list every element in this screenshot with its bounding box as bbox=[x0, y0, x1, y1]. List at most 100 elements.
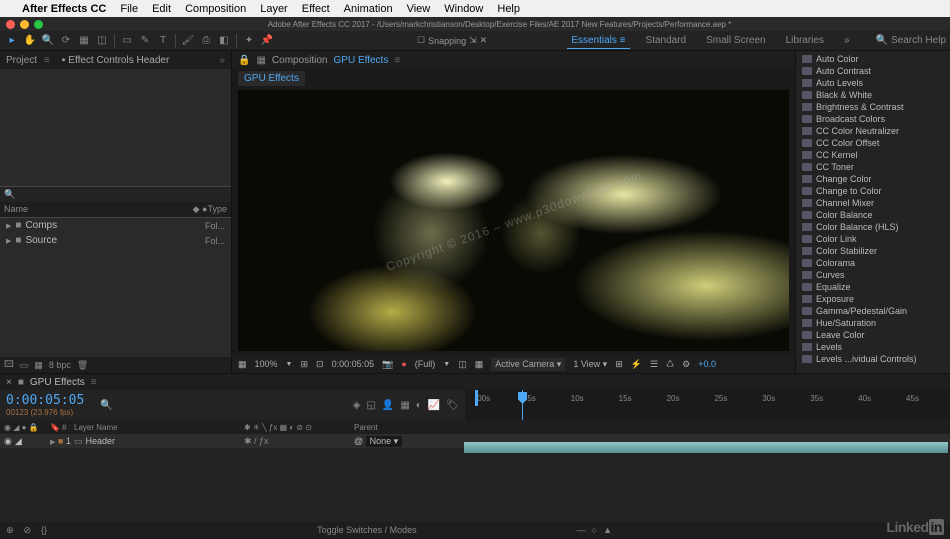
menu-view[interactable]: View bbox=[407, 3, 431, 15]
snap-option-icon[interactable]: ⇲ bbox=[469, 35, 477, 46]
app-name[interactable]: After Effects CC bbox=[22, 3, 106, 15]
bpc-button[interactable]: 8 bpc bbox=[49, 360, 71, 370]
project-folder-comps[interactable]: ▶ ■ Comps Fol... bbox=[0, 218, 231, 233]
selection-tool-icon[interactable]: ▸ bbox=[4, 33, 20, 49]
views-dropdown[interactable]: 1 View ▾ bbox=[573, 359, 607, 370]
workspace-more-icon[interactable]: » bbox=[840, 33, 854, 48]
effect-item[interactable]: Exposure bbox=[796, 293, 950, 305]
viewer-comp-name[interactable]: GPU Effects bbox=[334, 55, 389, 66]
hand-tool-icon[interactable]: ✋ bbox=[22, 33, 38, 49]
trash-icon[interactable]: 🗑 bbox=[77, 360, 88, 371]
effect-item[interactable]: Auto Contrast bbox=[796, 65, 950, 77]
effect-item[interactable]: Gamma/Pedestal/Gain bbox=[796, 305, 950, 317]
snapping-toggle[interactable]: ☐ Snapping ⇲ ✕ bbox=[417, 35, 487, 46]
rectangle-tool-icon[interactable]: ▭ bbox=[119, 33, 135, 49]
fast-previews-icon[interactable]: ⚡ bbox=[631, 359, 642, 370]
tag-icon[interactable]: 🏷 bbox=[446, 400, 459, 411]
pan-behind-tool-icon[interactable]: ◫ bbox=[94, 33, 110, 49]
effect-item[interactable]: Hue/Saturation bbox=[796, 317, 950, 329]
eraser-tool-icon[interactable]: ◧ bbox=[216, 33, 232, 49]
interpret-footage-icon[interactable]: 🖾 bbox=[4, 357, 14, 373]
snap-option2-icon[interactable]: ✕ bbox=[480, 35, 488, 46]
timecode-display[interactable]: 0:00:05:05 bbox=[332, 359, 375, 369]
effect-item[interactable]: Color Balance (HLS) bbox=[796, 221, 950, 233]
project-folder-source[interactable]: ▶ ■ Source Fol... bbox=[0, 233, 231, 248]
parent-dropdown[interactable]: None ▾ bbox=[366, 436, 403, 447]
effect-item[interactable]: Broadcast Colors bbox=[796, 113, 950, 125]
guides-icon[interactable]: ⊡ bbox=[316, 359, 324, 370]
motion-blur-icon[interactable]: ◐ bbox=[416, 400, 422, 411]
effect-item[interactable]: Auto Color bbox=[796, 53, 950, 65]
layer-row[interactable]: ◉ ◢ ▶ ■ 1 ▭ Header ✱ / ƒx @ None ▾ bbox=[0, 434, 950, 448]
current-timecode[interactable]: 0:00:05:05 bbox=[6, 393, 84, 408]
frame-blend-icon[interactable]: ▦ bbox=[400, 400, 409, 411]
effect-item[interactable]: CC Color Neutralizer bbox=[796, 125, 950, 137]
roto-brush-icon[interactable]: ✦ bbox=[241, 33, 257, 49]
close-window-icon[interactable] bbox=[6, 20, 15, 29]
workspace-libraries[interactable]: Libraries bbox=[782, 33, 828, 48]
alpha-icon[interactable]: ▦ bbox=[238, 359, 247, 370]
col-name[interactable]: Name bbox=[4, 204, 193, 215]
panel-expand-icon[interactable]: » bbox=[219, 55, 225, 66]
disclosure-icon[interactable]: ▶ bbox=[6, 237, 11, 245]
disclosure-icon[interactable]: ▶ bbox=[6, 222, 11, 230]
lock-icon[interactable]: × bbox=[6, 377, 12, 388]
brackets-icon[interactable]: {} bbox=[41, 525, 47, 535]
time-ruler[interactable]: :00s05s10s15s20s25s30s35s40s45s bbox=[465, 390, 950, 420]
project-tab[interactable]: Project ≡ bbox=[6, 55, 50, 66]
comp-mini-flowchart-icon[interactable]: ◈ bbox=[353, 400, 361, 411]
effect-item[interactable]: Color Balance bbox=[796, 209, 950, 221]
puppet-pin-icon[interactable]: 📌 bbox=[259, 33, 275, 49]
viewport[interactable]: Copyright © 2016 – www.p30download.com bbox=[238, 90, 789, 351]
toggle-switch-icon[interactable]: ⊕ bbox=[6, 525, 14, 536]
playhead[interactable] bbox=[522, 390, 523, 420]
zoom-in-icon[interactable]: ▲ bbox=[603, 525, 612, 535]
col-parent[interactable]: Parent bbox=[354, 423, 454, 432]
effect-item[interactable]: Colorama bbox=[796, 257, 950, 269]
effect-item[interactable]: Color Link bbox=[796, 233, 950, 245]
roi-icon[interactable]: ◫ bbox=[458, 359, 467, 370]
tab-menu-icon[interactable]: ≡ bbox=[394, 55, 400, 66]
rotation-tool-icon[interactable]: ⟳ bbox=[58, 33, 74, 49]
clone-stamp-icon[interactable]: ⎙ bbox=[198, 33, 214, 49]
transparency-grid-icon[interactable]: ▦ bbox=[475, 359, 484, 370]
effect-item[interactable]: Auto Levels bbox=[796, 77, 950, 89]
brush-tool-icon[interactable]: 🖌 bbox=[180, 33, 196, 49]
effect-controls-tab[interactable]: ▪ Effect Controls Header bbox=[62, 55, 170, 66]
camera-tool-icon[interactable]: ▦ bbox=[76, 33, 92, 49]
menu-help[interactable]: Help bbox=[497, 3, 520, 15]
draft-3d-icon[interactable]: ◱ bbox=[366, 400, 375, 411]
effect-item[interactable]: Levels bbox=[796, 341, 950, 353]
menu-window[interactable]: Window bbox=[444, 3, 483, 15]
menu-effect[interactable]: Effect bbox=[302, 3, 330, 15]
effect-item[interactable]: Levels ...ividual Controls) bbox=[796, 353, 950, 365]
pen-tool-icon[interactable]: ✎ bbox=[137, 33, 153, 49]
resolution-dropdown[interactable]: (Full) bbox=[415, 359, 436, 369]
layer-name[interactable]: Header bbox=[86, 436, 116, 446]
zoom-tool-icon[interactable]: 🔍 bbox=[40, 33, 56, 49]
timeline-empty-area[interactable] bbox=[0, 448, 950, 522]
flowchart-icon[interactable]: ♺ bbox=[666, 359, 674, 370]
new-folder-icon[interactable]: ▭ bbox=[20, 360, 29, 371]
minimize-window-icon[interactable] bbox=[20, 20, 29, 29]
workspace-small-screen[interactable]: Small Screen bbox=[702, 33, 769, 48]
toggle-switches-button[interactable]: Toggle Switches / Modes bbox=[317, 525, 417, 535]
menu-animation[interactable]: Animation bbox=[344, 3, 393, 15]
comp-sub-tab[interactable]: GPU Effects bbox=[238, 71, 305, 86]
search-help-input[interactable]: Search Help bbox=[891, 35, 946, 46]
effect-item[interactable]: CC Toner bbox=[796, 161, 950, 173]
effect-item[interactable]: CC Color Offset bbox=[796, 137, 950, 149]
menu-edit[interactable]: Edit bbox=[152, 3, 171, 15]
hide-shy-icon[interactable]: 👤 bbox=[382, 400, 394, 411]
effect-item[interactable]: CC Kernel bbox=[796, 149, 950, 161]
effect-item[interactable]: Channel Mixer bbox=[796, 197, 950, 209]
checkbox-icon[interactable]: ☐ bbox=[417, 35, 425, 46]
video-visible-icon[interactable]: ◉ bbox=[4, 436, 12, 447]
audio-icon[interactable]: ◢ bbox=[15, 436, 22, 447]
timeline-icon[interactable]: ☰ bbox=[650, 359, 658, 370]
effect-item[interactable]: Color Stabilizer bbox=[796, 245, 950, 257]
graph-editor-icon[interactable]: 📈 bbox=[428, 400, 440, 411]
type-tool-icon[interactable]: T bbox=[155, 33, 171, 49]
effect-item[interactable]: Change to Color bbox=[796, 185, 950, 197]
color-label[interactable]: ■ bbox=[58, 436, 63, 446]
